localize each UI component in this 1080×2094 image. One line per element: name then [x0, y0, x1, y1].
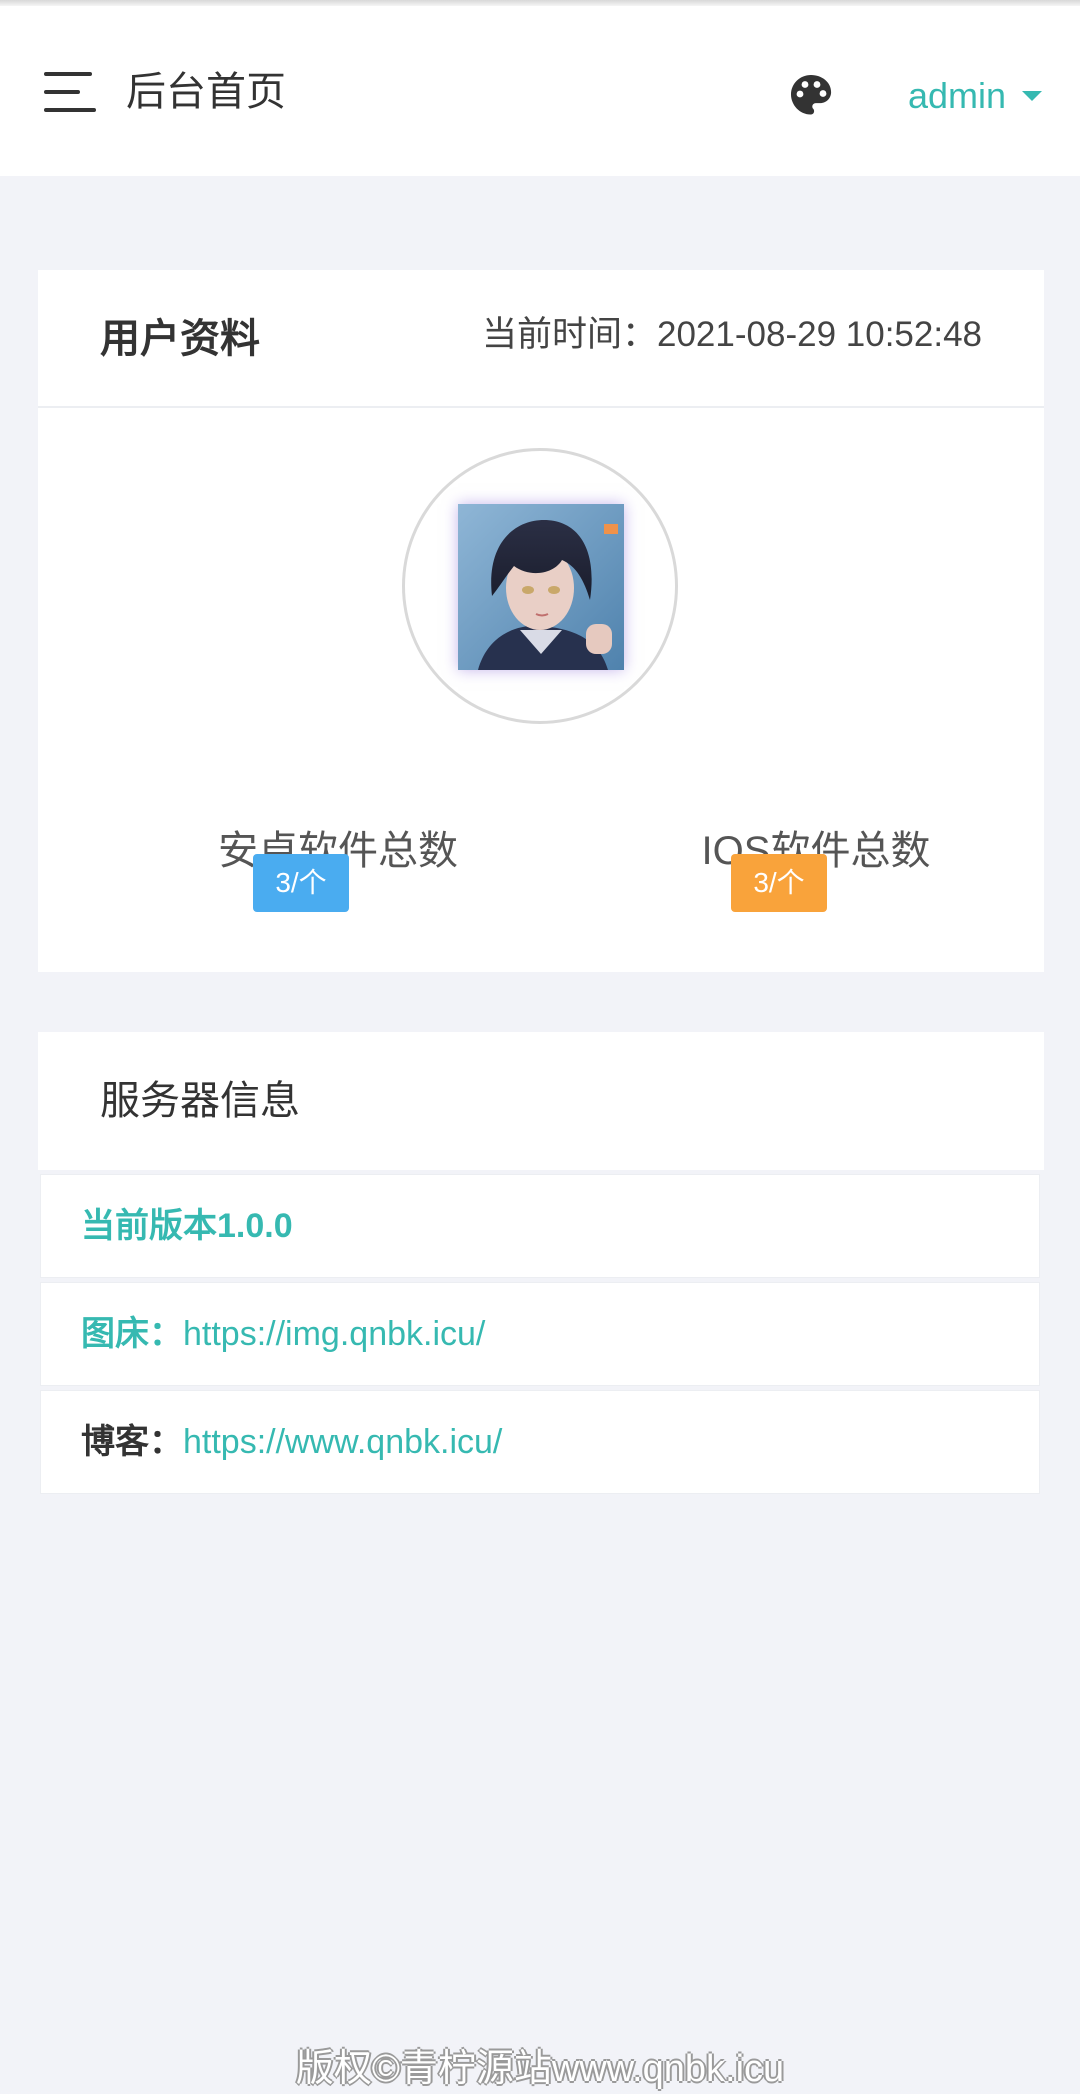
- image-host-label: 图床：: [81, 1315, 183, 1353]
- profile-card-header: 用户资料 当前时间：2021-08-29 10:52:48: [38, 270, 1044, 408]
- current-time-value: 2021-08-29 10:52:48: [657, 315, 982, 354]
- server-card-title: 服务器信息: [100, 1079, 300, 1123]
- version-text: 当前版本1.0.0: [81, 1207, 293, 1245]
- android-count-badge: 3/个: [253, 854, 349, 912]
- current-time: 当前时间：2021-08-29 10:52:48: [482, 310, 982, 360]
- ios-count-badge: 3/个: [731, 854, 827, 912]
- blog-line: 博客：https://www.qnbk.icu/: [81, 1417, 502, 1467]
- version-row: 当前版本1.0.0: [40, 1174, 1040, 1278]
- palette-icon[interactable]: [788, 72, 834, 118]
- current-time-label: 当前时间：: [481, 315, 657, 354]
- app-header: 后台首页 admin: [0, 6, 1080, 176]
- user-name: admin: [908, 75, 1007, 116]
- image-host-row: 图床：https://img.qnbk.icu/: [40, 1282, 1040, 1386]
- server-card-header: 服务器信息: [38, 1032, 1044, 1170]
- copyright-footer: 版权©青柠源站www.qnbk.icu: [295, 2048, 785, 2090]
- user-menu[interactable]: admin: [908, 72, 1043, 120]
- menu-icon[interactable]: [44, 72, 96, 112]
- caret-down-icon: [1022, 91, 1043, 101]
- blog-label: 博客：: [81, 1423, 183, 1461]
- profile-card-title: 用户资料: [100, 317, 260, 361]
- page-title: 后台首页: [126, 70, 286, 114]
- avatar[interactable]: [458, 504, 624, 670]
- blog-row: 博客：https://www.qnbk.icu/: [40, 1390, 1040, 1494]
- profile-card: 用户资料 当前时间：2021-08-29 10:52:48 安卓软件总数 3/个: [38, 270, 1044, 972]
- image-host-link[interactable]: https://img.qnbk.icu/: [183, 1315, 485, 1353]
- image-host-line: 图床：https://img.qnbk.icu/: [81, 1309, 485, 1359]
- blog-link[interactable]: https://www.qnbk.icu/: [183, 1423, 502, 1461]
